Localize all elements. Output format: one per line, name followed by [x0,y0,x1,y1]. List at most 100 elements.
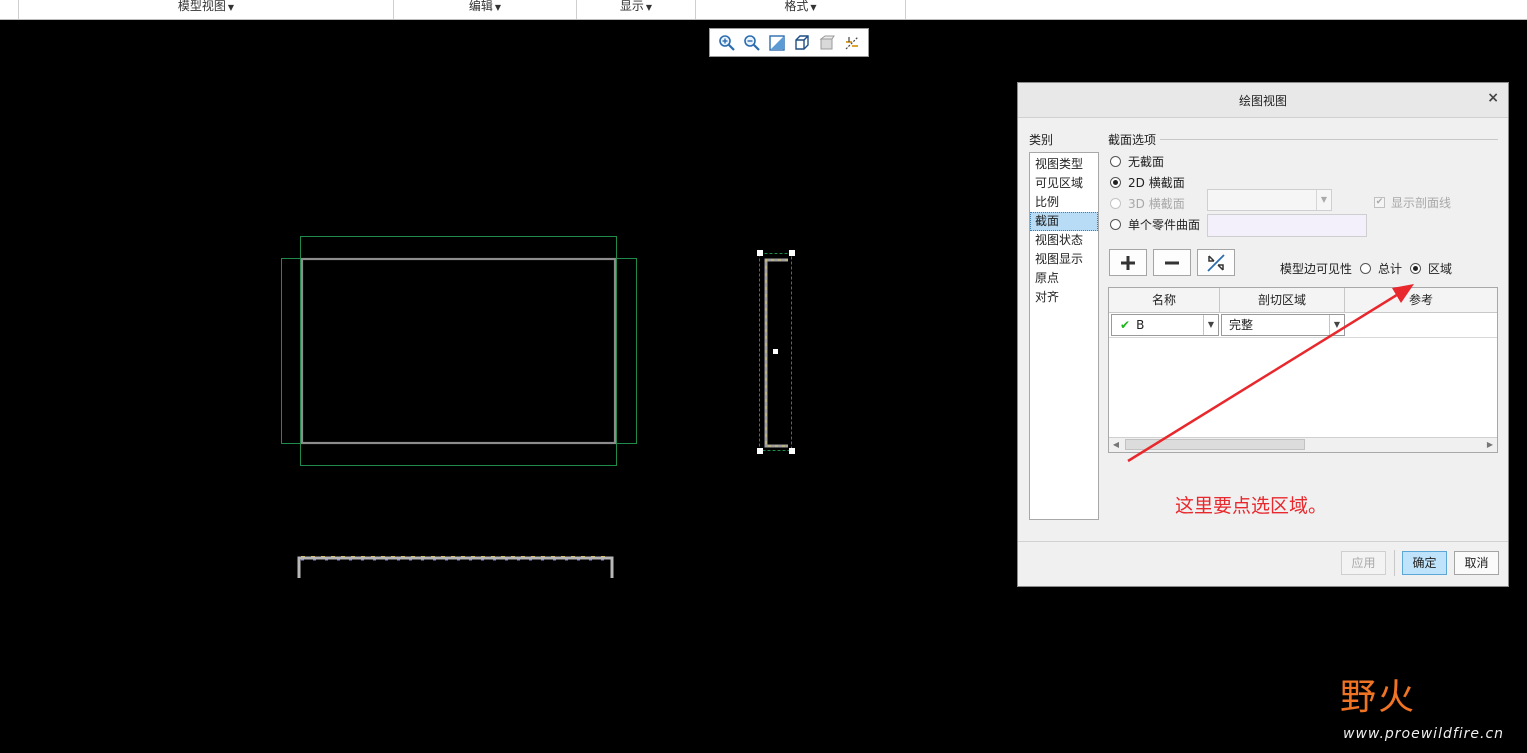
section-name-value: B [1136,318,1145,332]
flip-material-side-button[interactable] [1197,249,1235,276]
radio-button[interactable] [1360,263,1372,274]
view-boundary-frame-horizontal [281,258,637,444]
category-item-visible-area[interactable]: 可见区域 [1030,174,1098,193]
check-icon: ✔ [1120,318,1131,332]
category-list: 视图类型 可见区域 比例 截面 视图状态 视图显示 原点 对齐 [1029,152,1099,520]
show-hatch-checkbox: ✔ 显示剖面线 [1374,194,1451,211]
chevron-down-icon: ▼ [645,3,653,12]
section-table: 名称 剖切区域 参考 ✔ B ▼ 完整 ▼ ◀ ▶ [1108,287,1498,453]
radio-2d-section[interactable]: 2D 横截面 [1110,174,1185,190]
dialog-title-bar[interactable]: 绘图视图 × [1018,83,1508,118]
front-view[interactable] [281,236,637,466]
drawing-canvas[interactable] [0,20,1017,753]
radio-no-section[interactable]: 无截面 [1110,153,1164,169]
3d-section-dropdown: ▼ [1207,189,1332,211]
column-header-region[interactable]: 剖切区域 [1220,288,1345,312]
radio-label: 3D 横截面 [1128,196,1185,211]
view-boundary-frame-vertical [300,236,617,466]
apply-button: 应用 [1341,551,1386,575]
add-section-button[interactable] [1109,249,1147,276]
selection-handle[interactable] [789,250,795,256]
divider [1018,541,1508,542]
close-icon[interactable]: × [1487,90,1499,106]
minus-icon [1165,261,1179,264]
radio-visibility-area[interactable]: 区域 [1410,260,1452,277]
table-header: 名称 剖切区域 参考 [1109,288,1497,313]
cancel-button[interactable]: 取消 [1454,551,1499,575]
chevron-down-icon: ▼ [1316,190,1331,210]
section-name-dropdown[interactable]: ✔ B ▼ [1111,314,1219,336]
category-item-origin[interactable]: 原点 [1030,269,1098,288]
cut-region-dropdown[interactable]: 完整 ▼ [1221,314,1345,336]
channel-profile [297,556,614,578]
part-outline [300,257,617,445]
radio-visibility-total[interactable]: 总计 [1360,260,1402,277]
part-surface-collector[interactable] [1207,214,1367,237]
ribbon-group-display[interactable]: 显示 ▼ [577,0,696,19]
watermark: 野火 www.proewildfire.cn [1340,668,1510,748]
plus-icon [1121,255,1135,270]
selection-handle[interactable] [789,448,795,454]
category-item-view-display[interactable]: 视图显示 [1030,250,1098,269]
selection-handle[interactable] [773,349,778,354]
ribbon-group-format[interactable]: 格式 ▼ [696,0,906,19]
watermark-logo: 野火 [1340,677,1417,718]
drawing-view-dialog: 绘图视图 × 类别 视图类型 可见区域 比例 截面 视图状态 视图显示 原点 对… [1017,82,1509,587]
horizontal-scrollbar[interactable]: ◀ ▶ [1109,437,1497,452]
chevron-down-icon[interactable]: ▼ [1329,315,1344,335]
ribbon-group-edit[interactable]: 编辑 ▼ [394,0,577,19]
category-item-scale[interactable]: 比例 [1030,193,1098,212]
checkbox-label: 显示剖面线 [1391,196,1452,210]
divider [1160,139,1498,140]
ribbon-group-bar: 模型视图 ▼ 编辑 ▼ 显示 ▼ 格式 ▼ [0,0,1527,20]
category-item-alignment[interactable]: 对齐 [1030,288,1098,307]
chevron-down-icon: ▼ [227,3,235,12]
radio-button[interactable] [1110,218,1121,230]
model-edge-visibility: 模型边可见性 总计 区域 [1280,260,1460,277]
selection-handle[interactable] [757,250,763,256]
section-options-label: 截面选项 [1108,133,1157,147]
radio-button[interactable] [1410,263,1422,274]
column-header-name[interactable]: 名称 [1109,288,1220,312]
annotation-text: 这里要点选区域。 [1175,495,1328,517]
radio-label: 总计 [1378,262,1403,276]
table-row[interactable]: ✔ B ▼ 完整 ▼ [1109,313,1497,338]
radio-button[interactable] [1110,155,1121,167]
category-item-view-type[interactable]: 视图类型 [1030,155,1098,174]
ok-button[interactable]: 确定 [1402,551,1447,575]
chevron-down-icon: ▼ [810,3,817,12]
radio-label: 单个零件曲面 [1128,217,1201,232]
checkmark-icon: ✔ [1374,197,1385,208]
column-header-reference[interactable]: 参考 [1345,288,1497,312]
cut-region-value: 完整 [1229,318,1254,332]
divider [1394,550,1395,576]
category-item-sections[interactable]: 截面 [1030,212,1098,231]
watermark-url: www.proewildfire.cn [1343,726,1505,742]
radio-button [1110,197,1121,209]
selection-handle[interactable] [757,448,763,454]
dialog-title: 绘图视图 [1238,94,1287,108]
visibility-label: 模型边可见性 [1280,262,1353,276]
radio-label: 无截面 [1128,154,1165,169]
radio-label: 2D 横截面 [1128,175,1185,190]
ribbon-group-label: 格式 [784,0,809,13]
reference-cell[interactable] [1346,314,1496,336]
category-item-view-states[interactable]: 视图状态 [1030,231,1098,250]
chevron-down-icon: ▼ [494,3,502,12]
scrollbar-thumb[interactable] [1125,439,1305,450]
ribbon-group-label: 显示 [619,0,644,13]
ribbon-group-label: 编辑 [468,0,493,13]
ribbon-group-model-views[interactable]: 模型视图 ▼ [19,0,394,19]
radio-single-part-surface[interactable]: 单个零件曲面 [1110,216,1200,232]
radio-3d-section: 3D 横截面 [1110,195,1185,211]
bottom-view[interactable] [297,556,614,579]
chevron-right-icon[interactable]: ▶ [1483,438,1497,452]
remove-section-button[interactable] [1153,249,1191,276]
section-view[interactable] [757,250,795,454]
radio-label: 区域 [1428,262,1453,276]
radio-button[interactable] [1110,176,1121,188]
flip-arrows-icon [1207,253,1225,272]
chevron-left-icon[interactable]: ◀ [1109,438,1123,452]
ribbon-group-label: 模型视图 [177,0,226,13]
chevron-down-icon[interactable]: ▼ [1203,315,1218,335]
